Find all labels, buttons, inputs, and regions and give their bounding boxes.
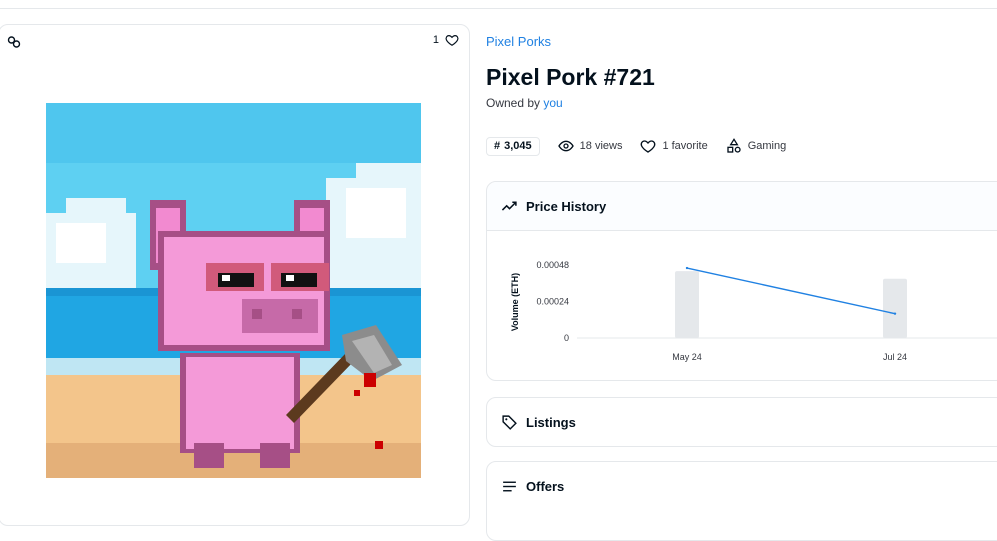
top-divider [0, 8, 997, 9]
favorites-stat[interactable]: 1 favorite [640, 138, 708, 154]
listings-header[interactable]: Listings [487, 398, 997, 446]
owner-line: Owned by you [486, 96, 563, 110]
y-axis-label: Volume (ETH) [510, 273, 520, 331]
collection-link[interactable]: Pixel Porks [486, 34, 551, 49]
listings-title: Listings [526, 414, 576, 430]
hash-icon: # [494, 140, 501, 152]
category-stat[interactable]: Gaming [726, 138, 787, 154]
favorite-toggle[interactable]: 1 [433, 33, 459, 47]
x-tick-label: May 24 [672, 352, 702, 362]
price-history-panel: Price History Volume (ETH) 0.00048 0.00024… [486, 181, 997, 381]
views-stat: 18 views [557, 138, 623, 154]
heart-icon [445, 35, 459, 46]
chain-icon [7, 36, 21, 48]
tag-icon [502, 414, 517, 430]
trend-line-icon [501, 200, 517, 211]
owner-link[interactable]: you [543, 96, 562, 110]
rank-badge[interactable]: # 3,045 [486, 136, 540, 156]
price-point [893, 312, 897, 315]
views-label: 18 views [579, 140, 623, 152]
item-title: Pixel Pork #721 [486, 64, 655, 90]
volume-bar [883, 278, 907, 338]
volume-bar [675, 271, 699, 338]
y-tick-label: 0 [564, 333, 569, 343]
listings-panel: Listings [486, 397, 997, 447]
price-history-chart: Volume (ETH) 0.00048 0.00024 0 May 24 Jul 24 [510, 260, 997, 362]
x-tick-label: Jul 24 [883, 352, 907, 362]
price-line [686, 267, 896, 315]
price-point [685, 266, 689, 270]
pixel-pork-artwork [46, 103, 421, 478]
list-icon [503, 481, 516, 491]
price-history-title: Price History [526, 198, 607, 214]
offers-panel: Offers [486, 461, 997, 541]
y-tick-label: 0.00024 [536, 297, 569, 307]
favorite-count: 1 [432, 34, 439, 46]
offers-header[interactable]: Offers [487, 462, 997, 510]
offers-title: Offers [526, 478, 565, 494]
nft-image[interactable] [46, 103, 421, 478]
category-label: Gaming [747, 140, 787, 152]
rank-value: 3,045 [504, 140, 532, 152]
favorites-label: 1 favorite [662, 140, 708, 152]
shapes-icon [727, 138, 741, 153]
eye-icon [557, 140, 574, 152]
price-history-header[interactable]: Price History [487, 182, 997, 231]
media-card: 1 [0, 24, 470, 526]
owned-by-label: Owned by [486, 96, 541, 110]
heart-icon [641, 140, 656, 153]
y-tick-label: 0.00048 [536, 260, 569, 270]
stats-row: # 3,045 18 views 1 favorite Gaming [486, 136, 786, 156]
